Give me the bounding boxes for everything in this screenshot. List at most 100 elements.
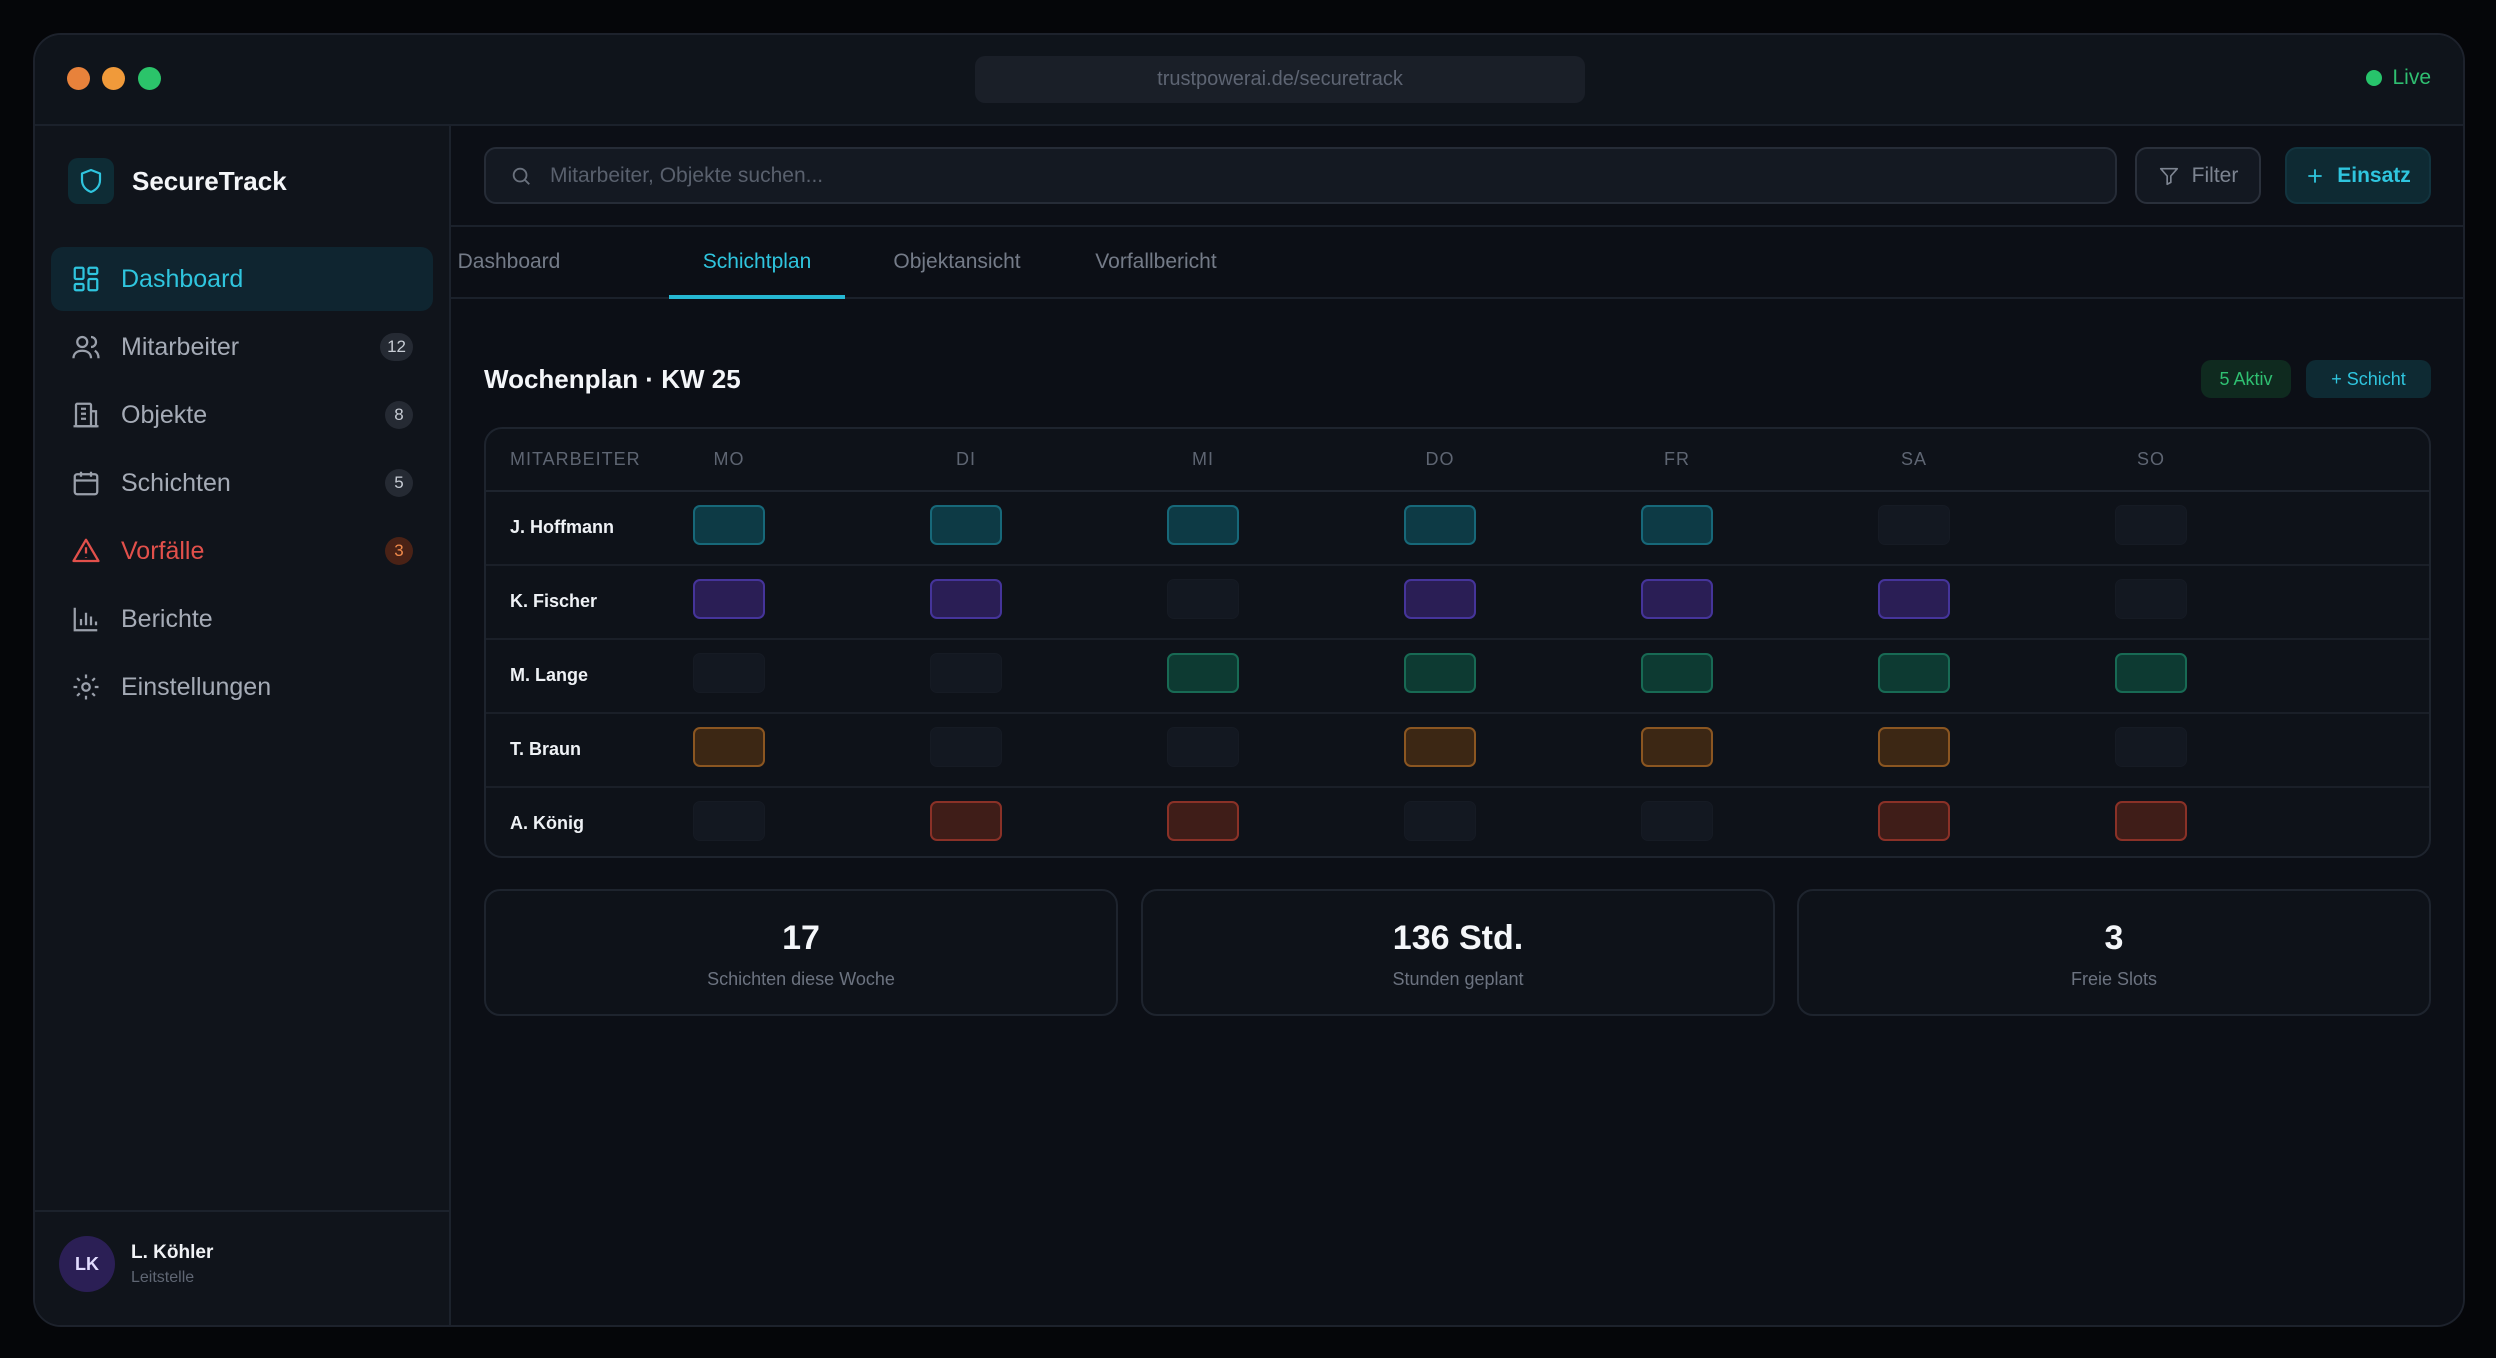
address-bar[interactable]: trustpowerai.de/securetrack	[975, 56, 1585, 103]
shift-slot-assigned[interactable]	[1641, 579, 1713, 619]
table-row: M. Lange	[486, 638, 2429, 714]
tab-vorfallbericht[interactable]: Vorfallbericht	[1071, 227, 1241, 297]
shift-slot-empty[interactable]	[693, 653, 765, 693]
column-header: SA	[1900, 449, 1927, 469]
shift-slot-empty[interactable]	[2115, 579, 2187, 619]
column-header: DI	[956, 449, 976, 469]
sidebar-item-label: Dashboard	[121, 264, 244, 293]
avatar: LK	[59, 1236, 115, 1292]
stat-label: Stunden geplant	[1392, 969, 1524, 989]
add-einsatz-button[interactable]: Einsatz	[2285, 147, 2431, 204]
sidebar-item-berichte[interactable]: Berichte	[51, 587, 433, 651]
warning-icon	[72, 538, 100, 563]
shift-slot-assigned[interactable]	[693, 579, 765, 619]
sidebar-item-schichten[interactable]: Schichten 5	[51, 451, 433, 515]
sidebar-item-label: Vorfälle	[121, 536, 205, 565]
filter-label: Filter	[2191, 163, 2239, 187]
app-window: trustpowerai.de/securetrack Live SecureT…	[33, 33, 2465, 1327]
shift-slot-assigned[interactable]	[1878, 727, 1950, 767]
stat-card-hours: 136 Std. Stunden geplant	[1141, 889, 1775, 1016]
shift-slot-assigned[interactable]	[930, 801, 1002, 841]
tab-schichtplan[interactable]: Schichtplan	[669, 227, 845, 299]
building-icon	[73, 402, 99, 428]
shift-slot-empty[interactable]	[1641, 801, 1713, 841]
column-header: MITARBEITER	[510, 449, 641, 469]
tab-dashboard[interactable]: Dashboard	[451, 227, 567, 297]
shift-slot-assigned[interactable]	[1404, 505, 1476, 545]
add-einsatz-label: Einsatz	[2337, 163, 2411, 187]
bar-chart-icon	[73, 607, 98, 632]
active-status-badge: 5 Aktiv	[2201, 360, 2291, 398]
shift-slot-assigned[interactable]	[1641, 653, 1713, 693]
shift-slot-assigned[interactable]	[1167, 505, 1239, 545]
plus-icon: +	[2331, 369, 2347, 389]
minimize-window-button[interactable]	[102, 67, 125, 90]
shift-slot-assigned[interactable]	[1404, 579, 1476, 619]
shift-slot-empty[interactable]	[930, 727, 1002, 767]
column-header: MI	[1192, 449, 1214, 469]
table-row: A. König	[486, 786, 2429, 856]
sidebar-item-label: Objekte	[121, 400, 208, 429]
title-bar: trustpowerai.de/securetrack Live	[35, 35, 2463, 126]
table-header: MITARBEITER MO DI MI DO FR SA SO	[486, 429, 2429, 492]
sidebar-nav: Dashboard Mitarbeiter 12 Objekte 8 Schic…	[51, 247, 433, 723]
live-dot-icon	[2366, 70, 2383, 86]
shift-slot-empty[interactable]	[693, 801, 765, 841]
maximize-window-button[interactable]	[138, 67, 161, 90]
shift-slot-assigned[interactable]	[2115, 653, 2187, 693]
shift-schedule-table: MITARBEITER MO DI MI DO FR SA SO J. Hoff…	[484, 427, 2431, 858]
stat-value: 17	[782, 919, 820, 957]
sidebar-item-mitarbeiter[interactable]: Mitarbeiter 12	[51, 315, 433, 379]
column-header: FR	[1664, 449, 1690, 469]
shift-slot-assigned[interactable]	[1641, 727, 1713, 767]
main-content: Filter Einsatz Dashboard Schichtplan Obj…	[451, 126, 2463, 1325]
shift-slot-assigned[interactable]	[693, 727, 765, 767]
add-shift-button[interactable]: + Schicht	[2306, 360, 2431, 398]
employee-name: K. Fischer	[510, 591, 598, 611]
shift-slot-assigned[interactable]	[1404, 653, 1476, 693]
shift-slot-empty[interactable]	[1167, 579, 1239, 619]
tab-bar: Dashboard Schichtplan Objektansicht Vorf…	[451, 225, 2463, 299]
sidebar-item-label: Schichten	[121, 468, 231, 497]
shift-slot-assigned[interactable]	[1167, 801, 1239, 841]
sidebar-item-vorfaelle[interactable]: Vorfälle 3	[51, 519, 433, 583]
shift-slot-assigned[interactable]	[2115, 801, 2187, 841]
employee-name: T. Braun	[510, 739, 582, 759]
alert-count-badge: 3	[385, 537, 413, 565]
stat-value: 136 Std.	[1392, 919, 1524, 957]
shift-slot-empty[interactable]	[1878, 505, 1950, 545]
shift-slot-assigned[interactable]	[1878, 801, 1950, 841]
live-label: Live	[2392, 66, 2431, 89]
table-row: T. Braun	[486, 712, 2429, 788]
shift-slot-empty[interactable]	[1167, 727, 1239, 767]
shift-slot-assigned[interactable]	[1404, 727, 1476, 767]
shift-slot-empty[interactable]	[2115, 727, 2187, 767]
shield-logo-icon	[68, 158, 114, 204]
brand-name: SecureTrack	[132, 165, 287, 196]
brand[interactable]: SecureTrack	[68, 158, 287, 204]
shift-slot-assigned[interactable]	[930, 579, 1002, 619]
search-input[interactable]	[548, 162, 2115, 189]
column-header: DO	[1425, 449, 1455, 469]
shift-slot-empty[interactable]	[930, 653, 1002, 693]
sidebar-item-label: Einstellungen	[121, 672, 272, 701]
shift-slot-assigned[interactable]	[930, 505, 1002, 545]
user-profile[interactable]: LK L. Köhler Leitstelle	[35, 1210, 449, 1325]
sidebar-item-einstellungen[interactable]: Einstellungen	[51, 655, 433, 719]
sidebar-item-label: Mitarbeiter	[121, 332, 240, 361]
sidebar-item-dashboard[interactable]: Dashboard	[51, 247, 433, 311]
shift-slot-assigned[interactable]	[693, 505, 765, 545]
shift-slot-assigned[interactable]	[1878, 579, 1950, 619]
filter-button[interactable]: Filter	[2135, 147, 2261, 204]
column-header: SO	[2136, 449, 2165, 469]
user-name: L. Köhler	[131, 1242, 214, 1263]
sidebar-item-objekte[interactable]: Objekte 8	[51, 383, 433, 447]
shift-slot-assigned[interactable]	[1641, 505, 1713, 545]
shift-slot-empty[interactable]	[2115, 505, 2187, 545]
search-box[interactable]	[484, 147, 2117, 204]
shift-slot-empty[interactable]	[1404, 801, 1476, 841]
tab-objektansicht[interactable]: Objektansicht	[877, 227, 1037, 297]
close-window-button[interactable]	[67, 67, 90, 90]
shift-slot-assigned[interactable]	[1878, 653, 1950, 693]
shift-slot-assigned[interactable]	[1167, 653, 1239, 693]
